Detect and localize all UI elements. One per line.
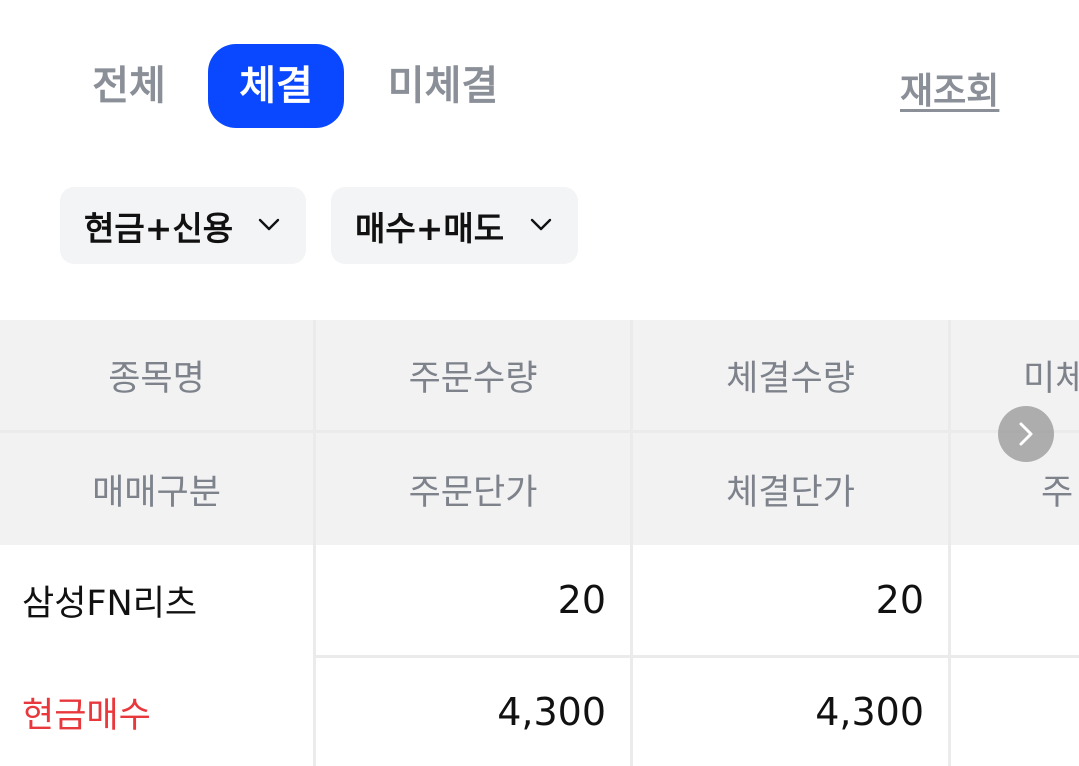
chevron-down-icon [258, 218, 280, 231]
header-order-price: 주문단가 [316, 433, 630, 545]
header-stock-name: 종목명 [0, 320, 313, 430]
column-divider [313, 320, 316, 766]
tab-unfilled[interactable]: 미체결 [380, 44, 506, 128]
header-filled-qty: 체결수량 [633, 320, 948, 430]
order-qty-value: 20 [316, 545, 630, 655]
scroll-right-button[interactable] [998, 406, 1054, 462]
order-table: 종목명 주문수량 체결수량 미체 매매구분 주문단가 체결단가 주 삼성FN리츠… [0, 320, 1079, 766]
header-order-qty: 주문수량 [316, 320, 630, 430]
row-divider [0, 430, 1079, 433]
chevron-down-icon [530, 218, 552, 231]
column-divider [948, 320, 951, 766]
header-trade-type: 매매구분 [0, 433, 313, 545]
account-type-dropdown[interactable]: 현금+신용 [60, 187, 306, 264]
tab-filled[interactable]: 체결 [208, 44, 344, 128]
unfilled-qty-value [951, 545, 1079, 655]
column-divider [630, 320, 633, 766]
order-price-value: 4,300 [316, 658, 630, 766]
filled-price-value: 4,300 [633, 658, 948, 766]
row-divider [316, 655, 1079, 658]
filled-qty-value: 20 [633, 545, 948, 655]
tab-all[interactable]: 전체 [82, 44, 176, 128]
trade-type-dropdown[interactable]: 매수+매도 [331, 187, 578, 264]
account-type-label: 현금+신용 [84, 208, 234, 248]
trade-type-label: 매수+매도 [355, 208, 505, 248]
refresh-link[interactable]: 재조회 [900, 62, 999, 114]
order-extra-value [951, 658, 1079, 766]
chevron-right-icon [1019, 422, 1033, 446]
trade-type-value: 현금매수 [0, 658, 313, 766]
header-filled-price: 체결단가 [633, 433, 948, 545]
stock-name[interactable]: 삼성FN리츠 [0, 545, 313, 655]
